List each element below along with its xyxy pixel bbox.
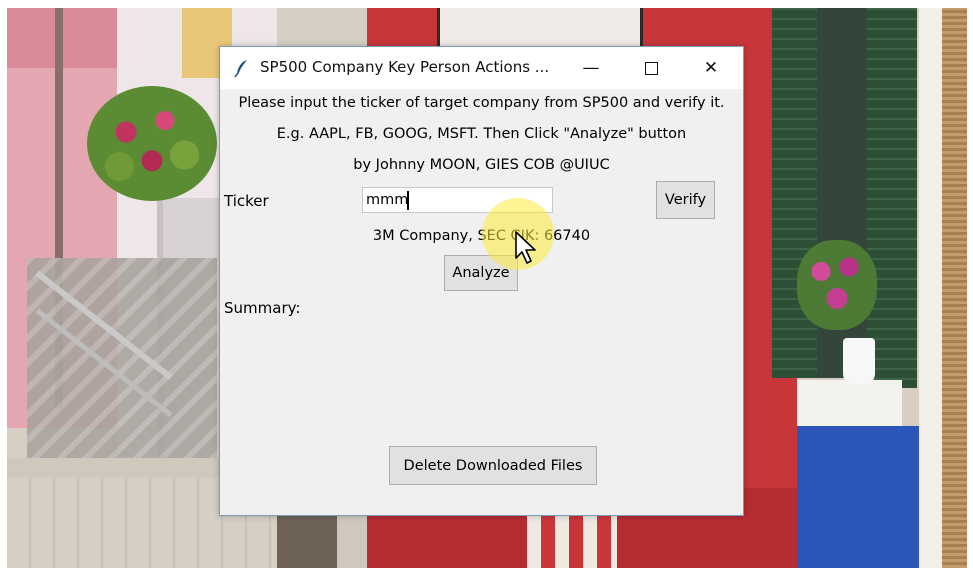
close-button[interactable]: ✕ [688, 47, 734, 89]
delete-downloaded-files-button[interactable]: Delete Downloaded Files [389, 446, 597, 485]
close-icon: ✕ [703, 58, 719, 78]
title-bar[interactable]: SP500 Company Key Person Actions ... — ✕ [220, 47, 743, 89]
white-vase [843, 338, 875, 384]
summary-label: Summary: [224, 299, 301, 317]
green-shutter-left [772, 8, 817, 378]
feather-icon [232, 58, 252, 78]
green-shutter-right [867, 8, 917, 388]
wicker-mat [942, 8, 967, 568]
author-credit: by Johnny MOON, GIES COB @UIUC [353, 157, 610, 173]
potted-flowers [797, 240, 877, 330]
white-posts [527, 508, 617, 568]
text-caret [407, 191, 409, 210]
mouse-pointer-icon [514, 230, 540, 270]
window-title: SP500 Company Key Person Actions ... [260, 58, 550, 76]
minimize-icon: — [582, 58, 600, 78]
hanging-flower-basket [87, 86, 217, 201]
window-sill [797, 380, 902, 426]
desktop-background: SP500 Company Key Person Actions ... — ✕… [0, 0, 973, 574]
instruction-line-1: Please input the ticker of target compan… [238, 95, 725, 111]
maximize-icon [644, 61, 658, 75]
ticker-label: Ticker [224, 192, 269, 210]
minimize-button[interactable]: — [568, 47, 614, 89]
instruction-line-2: E.g. AAPL, FB, GOOG, MSFT. Then Click "A… [276, 126, 687, 142]
flower-pots [277, 508, 337, 568]
maximize-button[interactable] [628, 47, 674, 89]
verify-button[interactable]: Verify [656, 181, 715, 219]
app-window: SP500 Company Key Person Actions ... — ✕… [219, 46, 744, 516]
blue-house [797, 426, 927, 568]
